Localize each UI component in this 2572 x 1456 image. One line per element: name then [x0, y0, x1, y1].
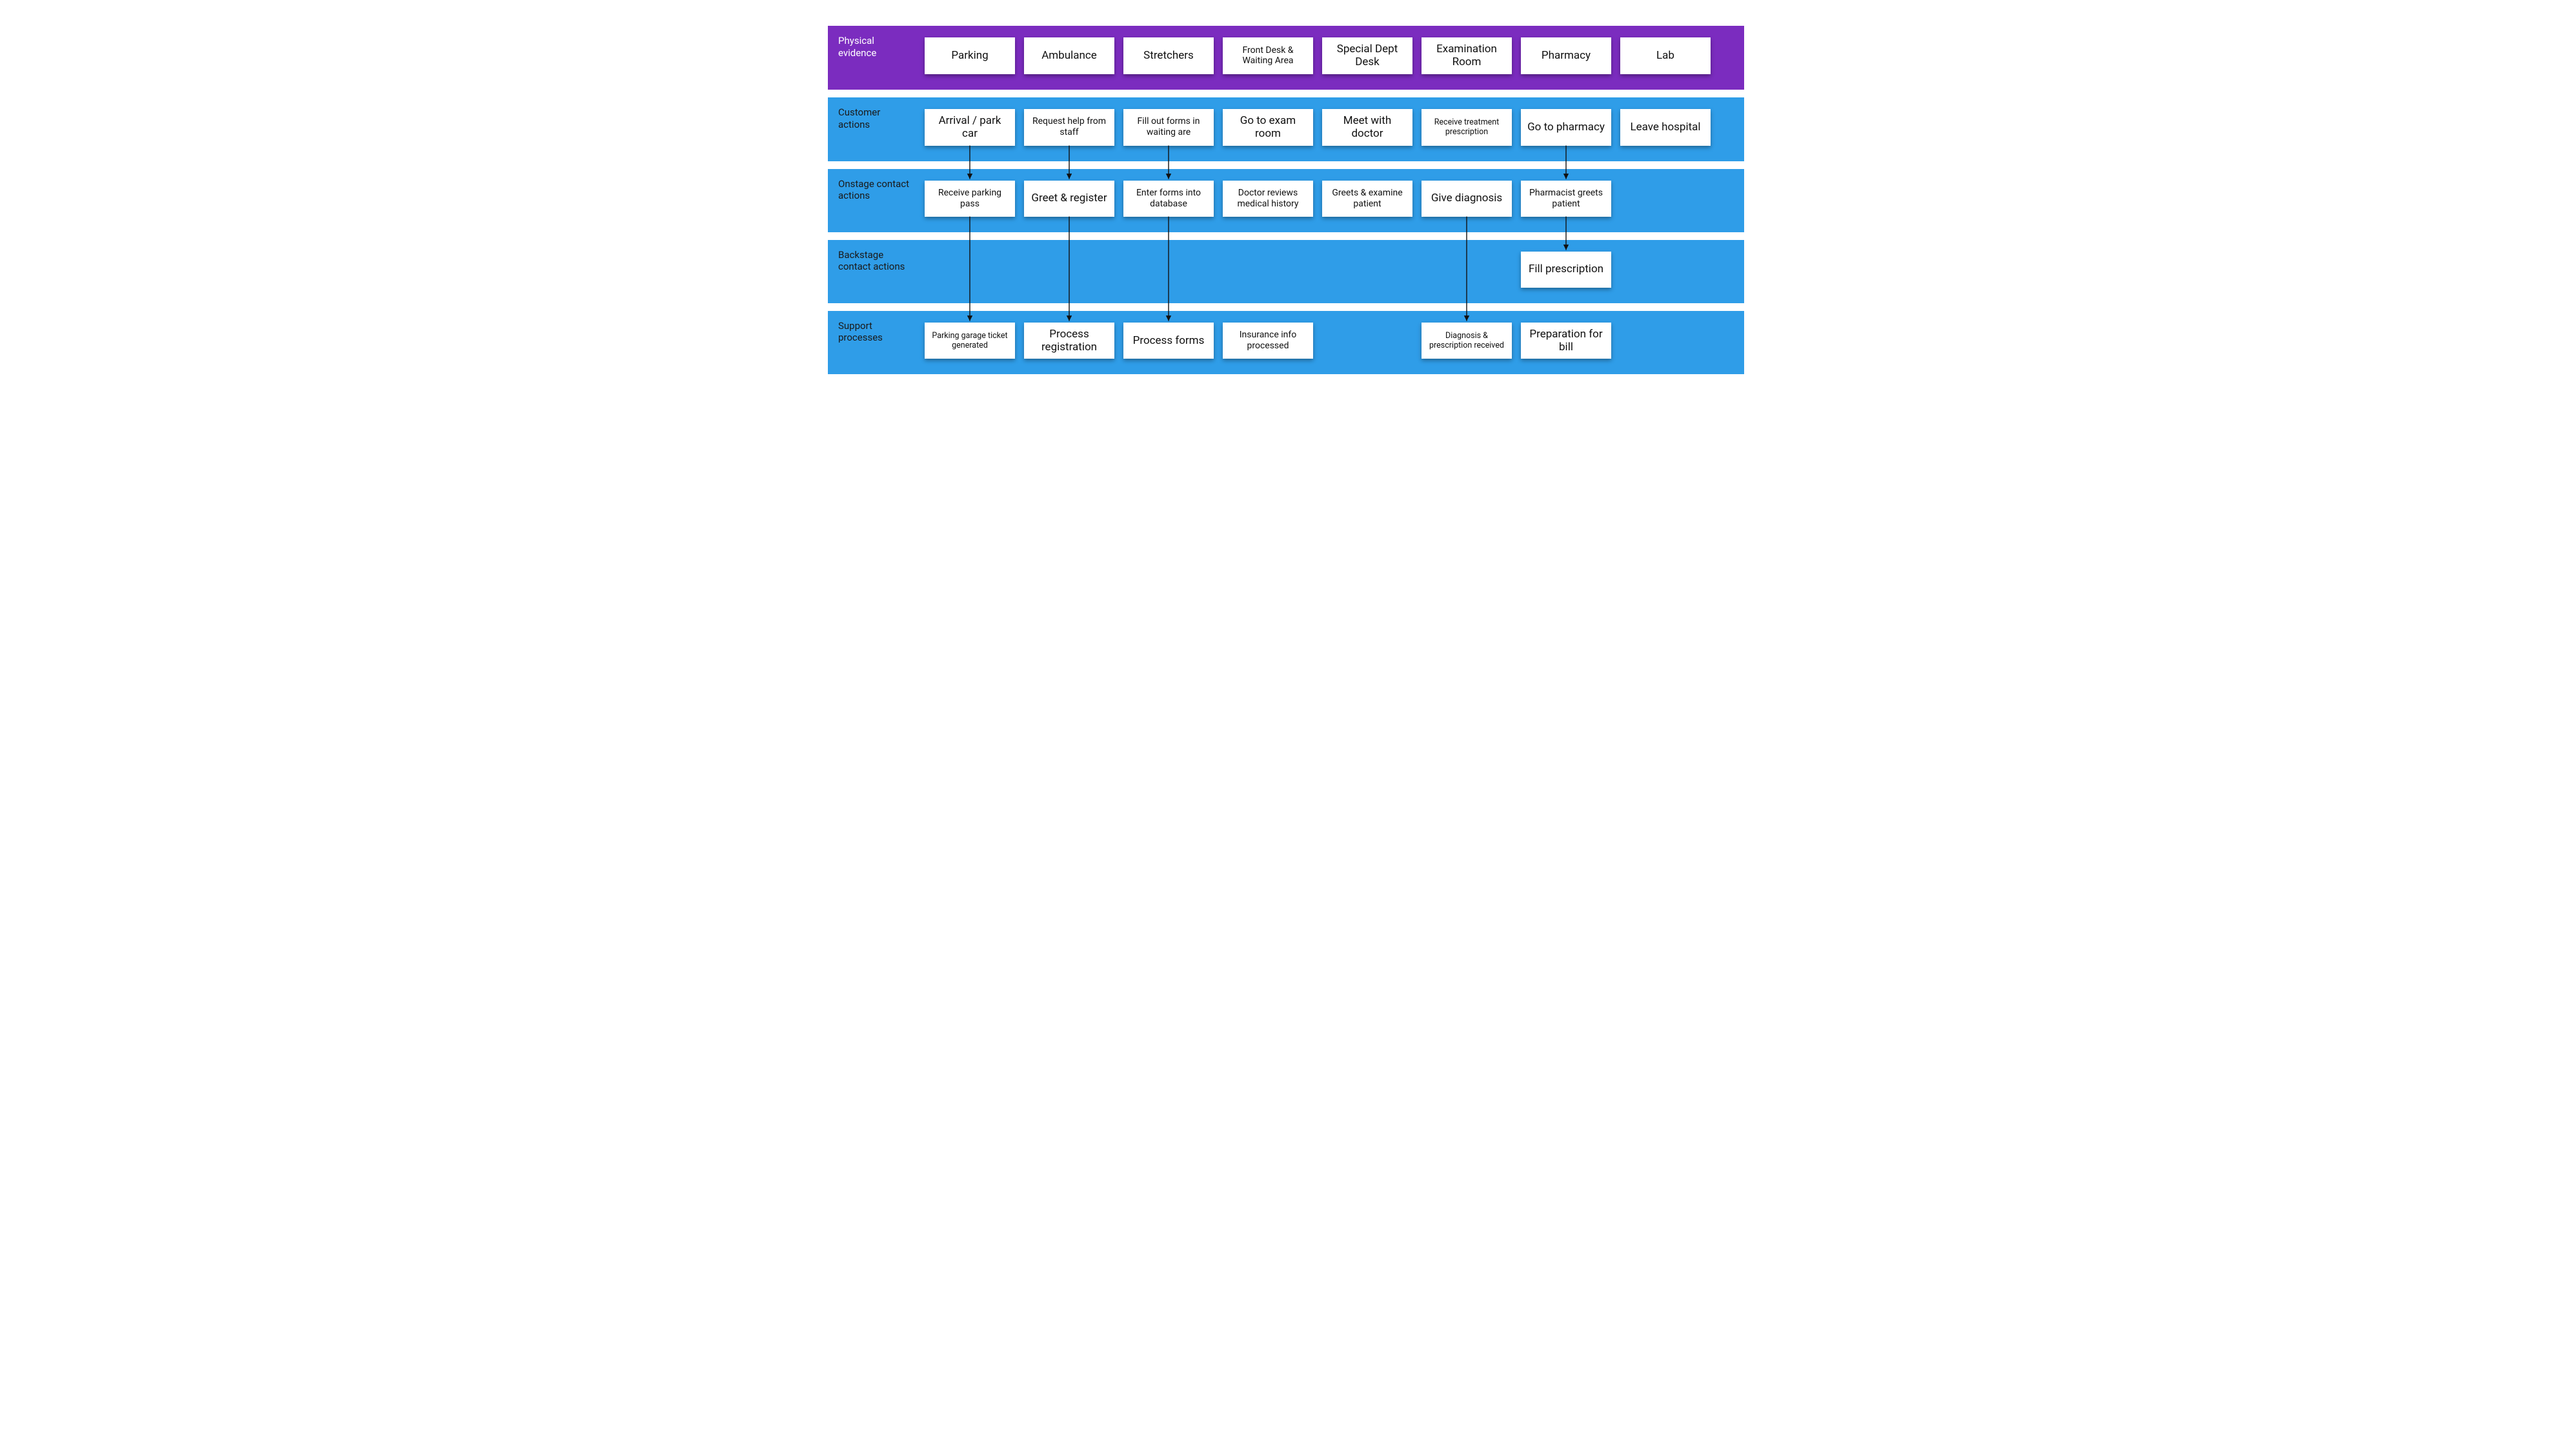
card-preparation-bill: Preparation for bill — [1521, 323, 1611, 359]
card-give-diagnosis: Give diagnosis — [1422, 181, 1512, 217]
card-greets-examines: Greets & examine patient — [1322, 181, 1412, 217]
cards-row: Parking garage ticket generated Process … — [925, 311, 1744, 375]
card-doctor-reviews: Doctor reviews medical history — [1223, 181, 1313, 217]
card-lab: Lab — [1620, 37, 1711, 74]
card-go-pharmacy: Go to pharmacy — [1521, 109, 1611, 146]
lane-onstage: Onstage contact actions Receive parking … — [828, 169, 1744, 232]
card-process-registration: Process registration — [1024, 323, 1114, 359]
card-greet-register: Greet & register — [1024, 181, 1114, 217]
card-leave-hospital: Leave hospital — [1620, 109, 1711, 146]
card-pharmacist-greets: Pharmacist greets patient — [1521, 181, 1611, 217]
card-arrival: Arrival / park car — [925, 109, 1015, 146]
card-go-exam: Go to exam room — [1223, 109, 1313, 146]
card-diagnosis-received: Diagnosis & prescription received — [1422, 323, 1512, 359]
lane-label: Physical evidence — [828, 26, 925, 59]
lane-label: Onstage contact actions — [828, 169, 925, 203]
card-pharmacy: Pharmacy — [1521, 37, 1611, 74]
card-special-dept: Special Dept Desk — [1322, 37, 1412, 74]
card-enter-forms: Enter forms into database — [1123, 181, 1214, 217]
lane-label: Support processes — [828, 311, 925, 344]
service-blueprint: Physical evidence Parking Ambulance Stre… — [828, 26, 1744, 374]
lane-physical-evidence: Physical evidence Parking Ambulance Stre… — [828, 26, 1744, 90]
card-front-desk: Front Desk & Waiting Area — [1223, 37, 1313, 74]
card-insurance-processed: Insurance info processed — [1223, 323, 1313, 359]
cards-row: Fill prescription — [925, 240, 1744, 303]
card-parking: Parking — [925, 37, 1015, 74]
card-fill-prescription: Fill prescription — [1521, 252, 1611, 288]
lane-support: Support processes Parking garage ticket … — [828, 311, 1744, 375]
cards-row: Arrival / park car Request help from sta… — [925, 97, 1744, 161]
card-exam-room: Examination Room — [1422, 37, 1512, 74]
lane-label: Backstage contact actions — [828, 240, 925, 274]
lane-label: Customer actions — [828, 97, 925, 131]
lane-customer-actions: Customer actions Arrival / park car Requ… — [828, 97, 1744, 161]
card-stretchers: Stretchers — [1123, 37, 1214, 74]
card-parking-ticket: Parking garage ticket generated — [925, 323, 1015, 359]
cards-row: Parking Ambulance Stretchers Front Desk … — [925, 26, 1744, 90]
cards-row: Receive parking pass Greet & register En… — [925, 169, 1744, 232]
card-process-forms: Process forms — [1123, 323, 1214, 359]
card-fill-forms: Fill out forms in waiting are — [1123, 109, 1214, 146]
card-receive-prescription: Receive treatment prescription — [1422, 109, 1512, 146]
card-meet-doctor: Meet with doctor — [1322, 109, 1412, 146]
card-receive-pass: Receive parking pass — [925, 181, 1015, 217]
card-ambulance: Ambulance — [1024, 37, 1114, 74]
lane-backstage: Backstage contact actions Fill prescript… — [828, 240, 1744, 303]
card-request-help: Request help from staff — [1024, 109, 1114, 146]
